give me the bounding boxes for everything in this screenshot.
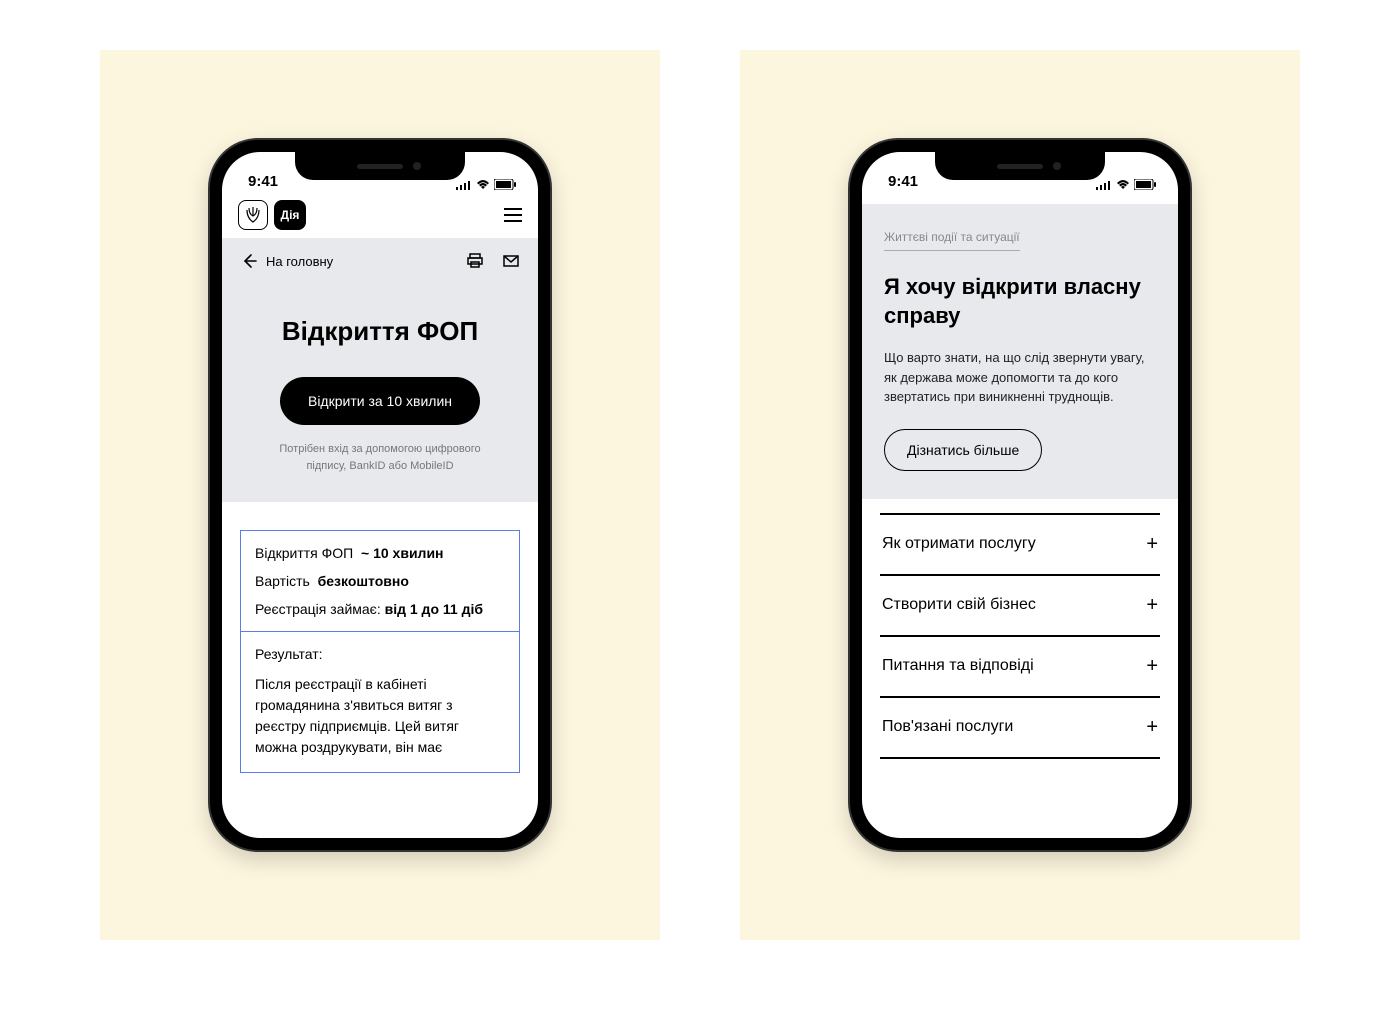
info-row-cost: Вартість безкоштовно [255,573,505,589]
result-text: Після реєстрації в кабінеті громадянина … [255,674,505,758]
wifi-icon [476,180,490,190]
card-heading: Я хочу відкрити власну справу [884,273,1156,330]
info-box: Відкриття ФОП ~ 10 хвилин Вартість безко… [240,530,520,773]
plus-icon: + [1146,655,1158,678]
learn-more-button[interactable]: Дізнатись більше [884,429,1042,471]
diia-logo[interactable]: Дія [274,200,306,230]
status-time: 9:41 [248,173,278,190]
cta-subnote: Потрібен вхід за допомогою цифрового під… [240,441,520,474]
print-icon[interactable] [466,252,484,270]
phone-frame: 9:41 Дія [210,140,550,850]
phone-screen: 9:41 Дія [222,152,538,838]
result-label: Результат: [255,646,505,662]
plus-icon: + [1146,594,1158,617]
accordion-label: Як отримати послугу [882,535,1036,553]
intro-card: Життєві події та ситуації Я хочу відкрит… [862,204,1178,499]
mockup-panel-left: 9:41 Дія [100,50,660,940]
plus-icon: + [1146,716,1158,739]
back-link[interactable]: На головну [240,252,333,270]
back-label: На головну [266,254,333,269]
signal-icon [456,180,472,190]
mockup-panel-right: 9:41 Життєві події та ситуації Я хочу ві… [740,50,1300,940]
open-cta-button[interactable]: Відкрити за 10 хвилин [280,377,480,425]
plus-icon: + [1146,533,1158,556]
battery-icon [494,179,516,190]
battery-icon [1134,179,1156,190]
accordion-item-how-to[interactable]: Як отримати послугу + [880,513,1160,576]
status-time: 9:41 [888,173,918,190]
app-navbar: Дія [222,192,538,238]
page-title: Відкриття ФОП [240,316,520,347]
accordion-label: Створити свій бізнес [882,596,1036,614]
trident-icon[interactable] [238,200,268,230]
status-icons [456,179,516,190]
breadcrumb[interactable]: Життєві події та ситуації [884,230,1020,251]
hero-toolbar: На головну [240,252,520,270]
accordion-label: Пов'язані послуги [882,718,1013,736]
accordion: Як отримати послугу + Створити свій бізн… [862,499,1178,759]
card-paragraph: Що варто знати, на що слід звернути уваг… [884,348,1156,407]
phone-notch [935,152,1105,180]
signal-icon [1096,180,1112,190]
hero-section: На головну Відкриття ФОП Відкрити за 10 … [222,238,538,502]
accordion-item-create-business[interactable]: Створити свій бізнес + [880,576,1160,637]
phone-notch [295,152,465,180]
menu-icon[interactable] [504,208,522,222]
arrow-left-icon [240,252,258,270]
phone-frame: 9:41 Життєві події та ситуації Я хочу ві… [850,140,1190,850]
info-row-duration: Відкриття ФОП ~ 10 хвилин [255,545,505,561]
status-icons [1096,179,1156,190]
mail-icon[interactable] [502,252,520,270]
wifi-icon [1116,180,1130,190]
info-result: Результат: Після реєстрації в кабінеті г… [241,631,519,772]
accordion-item-faq[interactable]: Питання та відповіді + [880,637,1160,698]
accordion-item-related[interactable]: Пов'язані послуги + [880,698,1160,759]
accordion-label: Питання та відповіді [882,657,1034,675]
info-row-registration: Реєстрація займає: від 1 до 11 діб [255,601,505,617]
phone-screen: 9:41 Життєві події та ситуації Я хочу ві… [862,152,1178,838]
